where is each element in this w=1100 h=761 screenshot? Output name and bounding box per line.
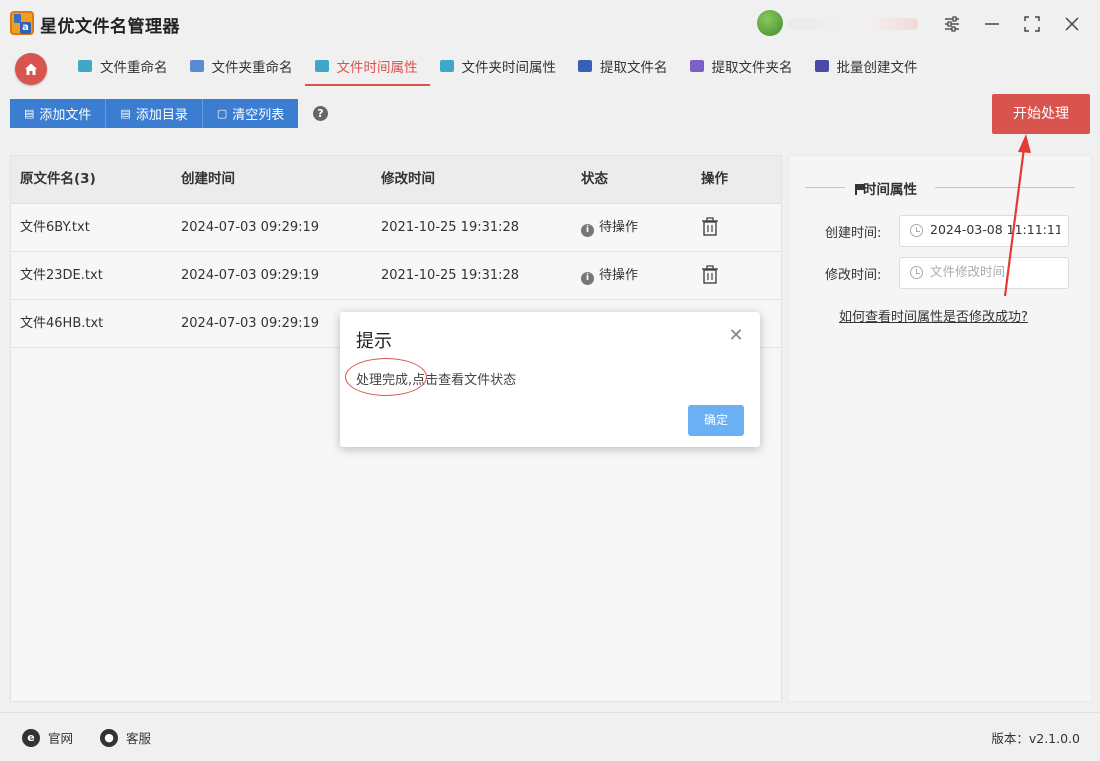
status-text: 待操作 — [599, 268, 639, 283]
delete-icon[interactable] — [701, 265, 719, 285]
version-text: 版本：v2.1.0.0 — [991, 731, 1080, 746]
flag-icon — [855, 184, 864, 195]
divider — [805, 187, 845, 188]
add-directory-button[interactable]: ▤ 添加目录 — [106, 99, 203, 128]
tab-batch-create[interactable]: 批量创建文件 — [805, 46, 930, 86]
clock-icon — [910, 266, 923, 279]
rename-folder-icon — [189, 60, 204, 72]
table-header: 原文件名(3) 创建时间 修改时间 状态 操作 — [11, 156, 781, 204]
tab-label: 文件夹重命名 — [211, 60, 293, 76]
tab-file-time[interactable]: 文件时间属性 — [304, 46, 430, 86]
maximize-icon[interactable] — [1018, 10, 1046, 38]
ie-browser-icon: e — [22, 728, 40, 747]
tab-label: 提取文件夹名 — [711, 60, 793, 76]
start-processing-button[interactable]: 开始处理 — [992, 94, 1090, 134]
rename-file-icon — [78, 60, 92, 72]
batch-create-icon — [814, 60, 829, 72]
close-icon[interactable]: ✕ — [726, 326, 746, 346]
cell-filename: 文件6BY.txt — [20, 220, 90, 235]
tab-label: 提取文件名 — [600, 60, 668, 76]
website-link[interactable]: e 官网 — [22, 728, 73, 747]
tab-label: 文件夹时间属性 — [461, 60, 557, 76]
tab-file-rename[interactable]: 文件重命名 — [68, 46, 180, 86]
header-actions: 操作 — [701, 171, 728, 187]
tab-label: 批量创建文件 — [836, 60, 918, 76]
user-name-redacted — [788, 18, 918, 30]
extract-foldername-icon — [689, 60, 704, 72]
tab-label: 文件重命名 — [100, 60, 168, 76]
tab-extract-foldername[interactable]: 提取文件夹名 — [680, 46, 805, 86]
minimize-icon[interactable] — [978, 10, 1006, 38]
toolbar: ▤ 添加文件 ▤ 添加目录 ▢ 清空列表 — [10, 99, 299, 128]
info-icon: i — [581, 224, 594, 237]
time-properties-panel: 时间属性 创建时间: 修改时间: 如何查看时间属性是否修改成功? — [788, 155, 1092, 702]
extract-filename-icon — [578, 60, 592, 72]
tab-extract-filename[interactable]: 提取文件名 — [568, 46, 680, 86]
section-title-text: 时间属性 — [863, 182, 917, 198]
document-icon: ▤ — [24, 107, 35, 120]
created-time-input[interactable] — [930, 222, 1060, 237]
user-avatar[interactable] — [757, 10, 783, 36]
cell-status: i 待操作 — [581, 204, 638, 251]
chat-bubble-icon: ● — [100, 728, 118, 747]
created-time-field[interactable] — [899, 215, 1069, 247]
header-filename: 原文件名(3) — [20, 171, 96, 187]
website-label: 官网 — [48, 731, 74, 746]
header-created: 创建时间 — [181, 171, 235, 187]
cell-created: 2024-07-03 09:29:19 — [181, 316, 320, 331]
table-row[interactable]: 文件23DE.txt 2024-07-03 09:29:19 2021-10-2… — [11, 252, 781, 300]
cell-status: i 待操作 — [581, 252, 638, 299]
notice-dialog: 提示 ✕ 处理完成,点击查看文件状态 确定 — [340, 312, 760, 447]
add-file-button[interactable]: ▤ 添加文件 — [10, 99, 107, 128]
cell-filename: 文件46HB.txt — [20, 316, 104, 331]
home-icon — [25, 63, 37, 75]
modified-time-field[interactable] — [899, 257, 1069, 289]
message-rest: 点击查看文件状态 — [412, 373, 517, 388]
dialog-title: 提示 — [356, 331, 392, 352]
add-file-label: 添加文件 — [39, 108, 92, 123]
document-icon: ▤ — [120, 107, 131, 120]
support-label: 客服 — [126, 731, 152, 746]
cell-filename: 文件23DE.txt — [20, 268, 103, 283]
status-text: 待操作 — [599, 220, 639, 235]
tab-folder-rename[interactable]: 文件夹重命名 — [180, 46, 305, 86]
divider — [935, 187, 1075, 188]
app-title: 星优文件名管理器 — [40, 17, 180, 37]
section-title: 时间属性 — [847, 178, 925, 198]
settings-icon[interactable] — [938, 10, 966, 38]
ok-button[interactable]: 确定 — [688, 405, 744, 436]
cell-created: 2024-07-03 09:29:19 — [181, 268, 320, 283]
header-status: 状态 — [581, 171, 608, 187]
clear-list-button[interactable]: ▢ 清空列表 — [202, 99, 299, 128]
created-time-label: 创建时间: — [825, 226, 882, 241]
file-time-icon — [314, 60, 329, 72]
home-button[interactable] — [15, 53, 47, 85]
trash-icon: ▢ — [216, 107, 228, 120]
time-help-link[interactable]: 如何查看时间属性是否修改成功? — [839, 306, 1028, 325]
folder-time-icon — [439, 60, 454, 72]
help-icon[interactable]: ? — [313, 106, 328, 121]
app-logo-icon — [10, 11, 34, 35]
status-bar: e 官网 ● 客服 版本：v2.1.0.0 — [0, 712, 1100, 761]
cell-modified: 2021-10-25 19:31:28 — [381, 220, 520, 235]
info-icon: i — [581, 272, 594, 285]
close-icon[interactable] — [1058, 10, 1086, 38]
clear-list-label: 清空列表 — [232, 108, 285, 123]
header-modified: 修改时间 — [381, 171, 435, 187]
table-row[interactable]: 文件6BY.txt 2024-07-03 09:29:19 2021-10-25… — [11, 204, 781, 252]
modified-time-label: 修改时间: — [825, 268, 882, 283]
modified-time-input[interactable] — [930, 264, 1060, 279]
section-header: 时间属性 — [805, 178, 1075, 198]
feature-tabs: 文件重命名 文件夹重命名 文件时间属性 文件夹时间属性 提取文件名 提取文件夹名… — [68, 46, 930, 86]
title-bar: 星优文件名管理器 — [0, 0, 1100, 46]
annotation-ellipse — [345, 358, 427, 396]
support-link[interactable]: ● 客服 — [100, 728, 151, 747]
cell-modified: 2021-10-25 19:31:28 — [381, 268, 520, 283]
clock-icon — [910, 224, 923, 237]
delete-icon[interactable] — [701, 217, 719, 237]
tab-label: 文件时间属性 — [336, 60, 418, 76]
add-directory-label: 添加目录 — [135, 108, 188, 123]
tab-folder-time[interactable]: 文件夹时间属性 — [430, 46, 569, 86]
cell-created: 2024-07-03 09:29:19 — [181, 220, 320, 235]
